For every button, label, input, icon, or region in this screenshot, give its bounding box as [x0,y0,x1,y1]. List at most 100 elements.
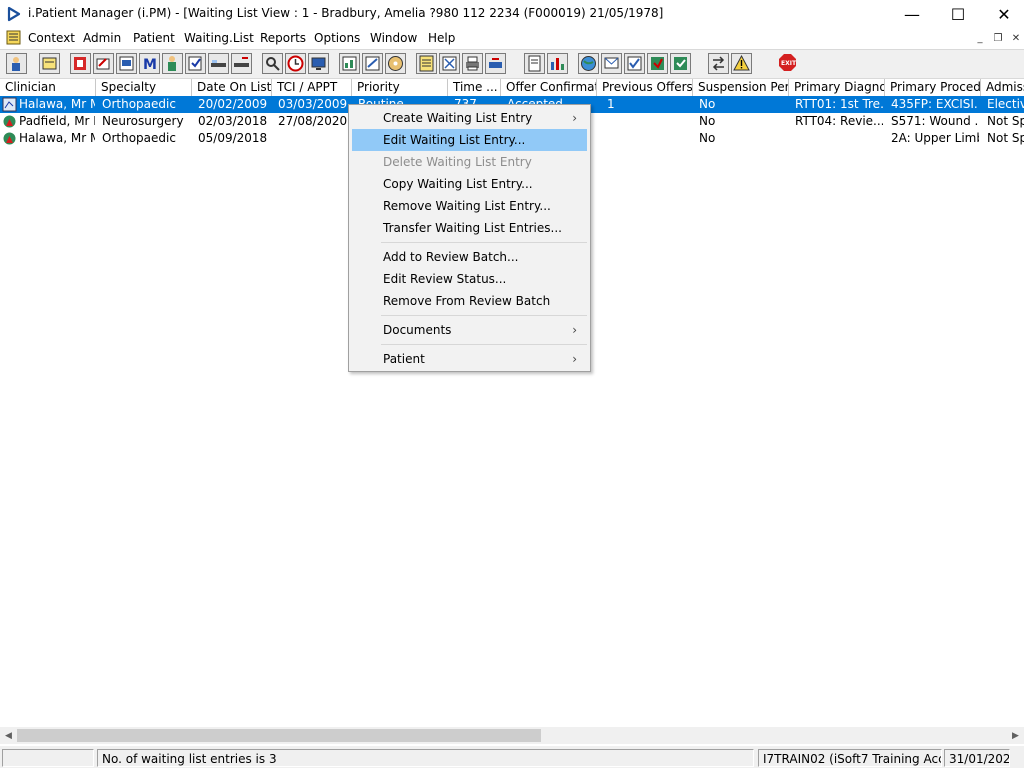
cell-tci-appt: 27/08/2020 [278,114,348,128]
menu-separator [381,315,587,316]
menu-separator [381,242,587,243]
swap-icon[interactable] [708,53,729,74]
cell-primary-procedure: 2A: Upper Limb... [891,131,979,145]
referral-icon[interactable] [185,53,206,74]
menu-item-add-to-review-batch[interactable]: Add to Review Batch... [352,246,587,268]
column-header-tci-appt[interactable]: TCI / APPT [272,79,352,96]
column-header-admission[interactable]: Admissi [981,79,1024,96]
cell-suspension: No [699,114,716,128]
menu-item-copy-waiting-list-entry[interactable]: Copy Waiting List Entry... [352,173,587,195]
menu-item-documents[interactable]: Documents › [352,319,587,341]
clock-icon[interactable] [285,53,306,74]
toolbar: M EXIT [0,49,1024,79]
menu-item-create-waiting-list-entry[interactable]: Create Waiting List Entry › [352,107,587,129]
context-menu: Create Waiting List Entry › Edit Waiting … [348,104,591,372]
transfer-icon[interactable] [485,53,506,74]
clinician-icon[interactable] [6,53,27,74]
scrollbar-thumb[interactable] [17,729,541,742]
exit-bed-icon[interactable] [231,53,252,74]
horizontal-scrollbar[interactable]: ◀ ▶ [0,727,1024,744]
message-icon[interactable] [601,53,622,74]
menu-bar: Context Admin Patient Waiting.List Repor… [0,28,1024,48]
column-header-primary-diagnosis[interactable]: Primary Diagnosis [789,79,885,96]
bed-icon[interactable] [208,53,229,74]
menu-context[interactable]: Context [28,31,75,45]
document-icon[interactable] [416,53,437,74]
cell-primary-procedure: S571: Wound ... [891,114,979,128]
menu-item-label: Remove From Review Batch [383,294,551,308]
submenu-arrow-icon: › [572,352,577,366]
scan-icon[interactable] [439,53,460,74]
menu-options[interactable]: Options [314,31,360,45]
waiting-list-entry-icon [2,97,17,112]
column-header-offer-confirmation[interactable]: Offer Confirmati... [501,79,597,96]
menu-item-edit-waiting-list-entry[interactable]: Edit Waiting List Entry... [352,129,587,151]
status-account: I7TRAIN02 (iSoft7 Training Account) [758,749,942,767]
cell-specialty: Orthopaedic [102,97,176,111]
search-icon[interactable] [262,53,283,74]
chart-icon[interactable] [339,53,360,74]
svg-text:M: M [143,57,157,73]
column-header-previous-offers[interactable]: Previous Offers [597,79,693,96]
grid-header: Clinician Specialty Date On List TCI / A… [0,79,1024,97]
menu-item-remove-from-review-batch[interactable]: Remove From Review Batch [352,290,587,312]
waiting-list-icon[interactable] [93,53,114,74]
menu-item-transfer-waiting-list-entries[interactable]: Transfer Waiting List Entries... [352,217,587,239]
close-button[interactable]: ✕ [981,0,1024,28]
mdi-close-button[interactable]: ✕ [1008,31,1024,45]
cell-primary-diagnosis: RTT04: Revie... [795,114,883,128]
menu-item-remove-waiting-list-entry[interactable]: Remove Waiting List Entry... [352,195,587,217]
menu-item-patient[interactable]: Patient › [352,348,587,370]
globe-icon[interactable] [578,53,599,74]
exit-icon[interactable]: EXIT [778,53,799,74]
menu-admin[interactable]: Admin [83,31,121,45]
column-header-primary-procedure[interactable]: Primary Proced... [885,79,981,96]
column-header-priority[interactable]: Priority [352,79,448,96]
warning-icon[interactable] [731,53,752,74]
refresh-icon[interactable] [647,53,668,74]
menu-item-edit-review-status[interactable]: Edit Review Status... [352,268,587,290]
disc-icon[interactable] [385,53,406,74]
mdi-minimize-button[interactable]: _ [972,31,988,45]
column-header-suspension-period[interactable]: Suspension Per... [693,79,789,96]
scroll-left-icon[interactable]: ◀ [0,727,17,744]
cell-primary-procedure: 435FP: EXCISI... [891,97,979,111]
menu-window[interactable]: Window [370,31,417,45]
menu-waiting-list[interactable]: Waiting.List [184,31,254,45]
menu-reports[interactable]: Reports [260,31,306,45]
app-logo-icon [7,6,21,22]
minimize-button[interactable]: — [889,0,935,28]
scroll-right-icon[interactable]: ▶ [1007,727,1024,744]
document-menu-icon[interactable] [6,30,21,45]
maximize-button[interactable]: ☐ [935,0,981,28]
menu-patient[interactable]: Patient [133,31,175,45]
status-bar: No. of waiting list entries is 3 I7TRAIN… [0,746,1024,768]
column-header-specialty[interactable]: Specialty [96,79,192,96]
column-header-date-on-list[interactable]: Date On List [192,79,272,96]
list-icon[interactable] [116,53,137,74]
bar-chart-icon[interactable] [547,53,568,74]
page-icon[interactable] [524,53,545,74]
check-icon[interactable] [624,53,645,74]
person-icon[interactable] [162,53,183,74]
edit-patient-icon[interactable] [70,53,91,74]
menu-item-label: Patient [383,352,425,366]
printer-icon[interactable] [462,53,483,74]
monitor-icon[interactable] [308,53,329,74]
exit-label: EXIT [781,60,797,67]
submenu-arrow-icon: › [572,111,577,125]
menu-item-label: Copy Waiting List Entry... [383,177,533,191]
column-header-time[interactable]: Time ... [448,79,501,96]
status-date: 31/01/2023 [944,749,1010,767]
column-header-clinician[interactable]: Clinician [0,79,96,96]
mdi-restore-button[interactable]: ❐ [990,31,1006,45]
menu-help[interactable]: Help [428,31,455,45]
title-bar: i.Patient Manager (i.PM) - [Waiting List… [0,0,1024,28]
patient-warning-icon [3,115,16,128]
cell-date-on-list: 02/03/2018 [198,114,268,128]
m-letter-icon[interactable]: M [139,53,160,74]
notes-icon[interactable] [362,53,383,74]
book-icon[interactable] [39,53,60,74]
approve-icon[interactable] [670,53,691,74]
cell-clinician: Halawa, Mr M [19,97,95,111]
